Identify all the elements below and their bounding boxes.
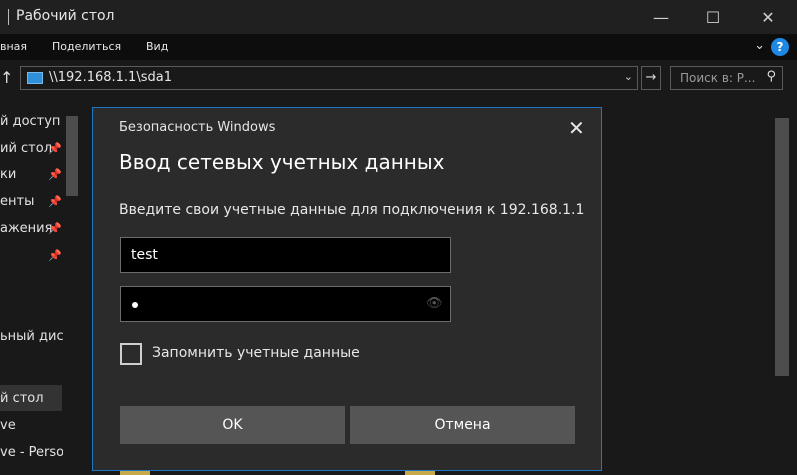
nav-item-desktop[interactable]: ий стол: [0, 141, 52, 156]
nav-item-onedrive-personal[interactable]: ve - Person: [0, 445, 72, 460]
window-title: Рабочий стол: [16, 8, 115, 24]
address-bar[interactable]: \\192.168.1.1\sda1 ⌄: [20, 66, 638, 90]
password-field[interactable]: 👁: [120, 286, 451, 322]
cancel-button[interactable]: Отмена: [350, 406, 575, 444]
go-button[interactable]: →: [641, 66, 661, 90]
title-separator: [8, 9, 9, 25]
nav-scrollbar-thumb[interactable]: [66, 116, 78, 196]
username-value: test: [131, 247, 158, 263]
nav-item-pictures[interactable]: ажения: [0, 221, 52, 236]
maximize-button[interactable]: ☐: [690, 0, 736, 34]
pin-icon: 📌: [48, 222, 62, 235]
main-scrollbar-thumb[interactable]: [775, 118, 789, 376]
ribbon-bar: вная Поделиться Вид ⌄ ?: [0, 34, 797, 60]
nav-item-documents[interactable]: енты: [0, 194, 34, 209]
network-drive-icon: [27, 72, 43, 84]
pin-icon: 📌: [48, 142, 62, 155]
ribbon-tab-home[interactable]: вная: [0, 40, 27, 53]
close-icon[interactable]: ✕: [568, 116, 585, 140]
eye-icon[interactable]: 👁: [426, 296, 443, 311]
ribbon-tab-view[interactable]: Вид: [146, 40, 168, 53]
up-arrow-icon[interactable]: ↑: [0, 68, 13, 87]
remember-checkbox[interactable]: [120, 343, 142, 365]
title-bar: Рабочий стол — ☐ ✕: [0, 0, 797, 34]
remember-label[interactable]: Запомнить учетные данные: [152, 345, 360, 361]
dialog-caption: Безопасность Windows: [119, 120, 276, 135]
nav-item-desktop-selected[interactable]: й стол: [0, 391, 44, 406]
password-mask-dot: [132, 302, 138, 308]
nav-item-quick-access[interactable]: й доступ: [0, 114, 60, 129]
ok-button[interactable]: OK: [120, 406, 345, 444]
help-icon[interactable]: ?: [771, 38, 789, 56]
address-dropdown-icon[interactable]: ⌄: [624, 70, 633, 83]
minimize-button[interactable]: —: [638, 0, 684, 34]
dialog-heading: Ввод сетевых учетных данных: [119, 150, 445, 174]
username-field[interactable]: test: [120, 237, 451, 273]
pin-icon: 📌: [48, 195, 62, 208]
chevron-down-icon[interactable]: ⌄: [754, 38, 765, 53]
nav-item-onedrive[interactable]: ve: [0, 418, 16, 433]
search-placeholder: Поиск в: Р...: [680, 71, 756, 85]
pin-icon: 📌: [48, 249, 62, 262]
ribbon-tab-share[interactable]: Поделиться: [52, 40, 121, 53]
close-window-button[interactable]: ✕: [745, 0, 791, 34]
nav-item-downloads[interactable]: ки: [0, 167, 16, 182]
address-text: \\192.168.1.1\sda1: [49, 70, 172, 85]
search-input[interactable]: Поиск в: Р... ⚲: [670, 66, 783, 90]
pin-icon: 📌: [48, 168, 62, 181]
dialog-description: Введите свои учетные данные для подключе…: [119, 202, 585, 218]
search-icon: ⚲: [766, 69, 776, 84]
nav-item-local-disk[interactable]: ьный диск: [0, 329, 71, 344]
credentials-dialog: Безопасность Windows ✕ Ввод сетевых учет…: [92, 107, 602, 471]
